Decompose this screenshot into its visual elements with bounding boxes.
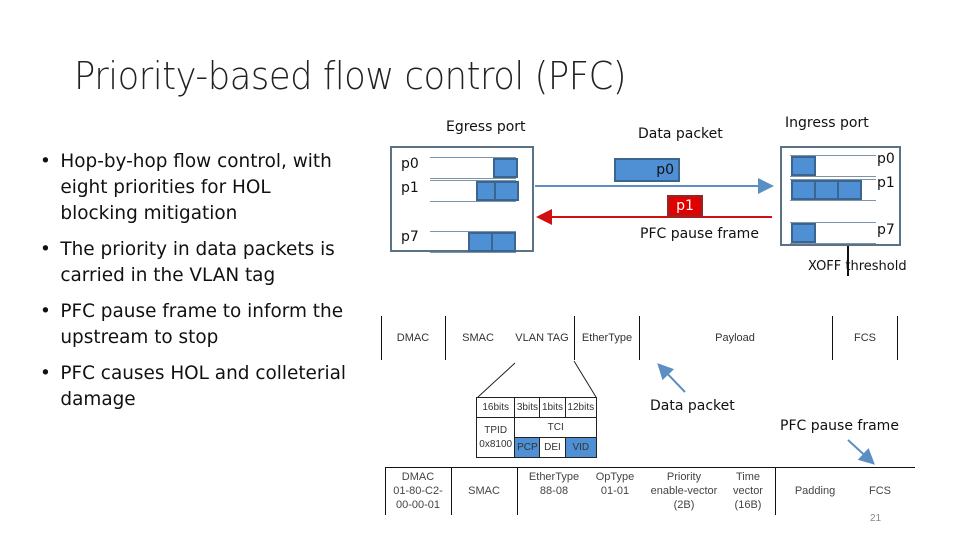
pause-field-priority-enable-vector: Priority enable-vector (2B) — [650, 471, 718, 511]
queue-cell — [791, 156, 816, 176]
queue-cell — [493, 158, 518, 178]
ingress-port-label: Ingress port — [785, 115, 869, 131]
frame-divider — [574, 316, 575, 360]
pause-field-dmac: DMAC 01-80-C2-00-00-01 — [388, 470, 448, 512]
vlan-size-tpid: 16bits — [475, 397, 516, 418]
ingress-queue-p7 — [790, 222, 876, 244]
egress-queue-label-p0: p0 — [401, 156, 419, 172]
pause-field-smac: SMAC — [468, 485, 500, 497]
pause-frame-callout-arrow — [847, 439, 875, 465]
queue-cell — [814, 180, 839, 200]
ingress-queue-label-p0: p0 — [877, 151, 895, 167]
pause-field-optype: OpType 01-01 — [588, 470, 642, 498]
frame-field-vlan-tag: VLAN TAG — [515, 332, 569, 344]
page-number: 21 — [870, 513, 882, 524]
frame-divider — [639, 316, 640, 360]
data-packet-callout-arrow — [657, 363, 686, 393]
frame-field-payload: Payload — [715, 332, 755, 344]
pause-field-ethertype-value: 88-08 — [539, 485, 569, 497]
vlan-vid-field: VID — [564, 437, 598, 458]
frame-field-ethertype: EtherType — [581, 332, 633, 344]
data-packet-label: Data packet — [638, 126, 723, 142]
pause-field-fcs: FCS — [869, 485, 891, 497]
vlan-dei-field: DEI — [539, 437, 566, 458]
pause-frame-divider — [775, 467, 776, 515]
vlan-size-dei: 1bits — [539, 397, 566, 418]
ingress-queue-p1 — [790, 179, 876, 201]
queue-cell — [791, 223, 816, 243]
pause-field-padding: Padding — [794, 485, 836, 497]
pause-field-ethertype: EtherType 88-08 — [522, 470, 586, 498]
vlan-tpid-label: TPID — [484, 424, 508, 436]
vlan-size-vid: 12bits — [564, 397, 598, 418]
egress-queue-p0 — [430, 157, 518, 179]
ingress-queue-label-p1: p1 — [877, 175, 895, 191]
xoff-threshold-label: XOFF threshold — [808, 259, 907, 274]
frame-field-dmac: DMAC — [396, 332, 430, 344]
pause-frame-callout-label: PFC pause frame — [780, 418, 899, 434]
pause-frame-p1: p1 — [667, 195, 703, 217]
egress-queue-label-p7: p7 — [401, 229, 419, 245]
frame-divider — [381, 316, 382, 360]
vlan-size-pcp: 3bits — [514, 397, 541, 418]
vlan-expand-line-right — [573, 360, 597, 398]
queue-cell — [468, 232, 493, 252]
pause-field-time-vector: Time vector (16B) — [733, 471, 763, 511]
queue-cell — [491, 232, 516, 252]
pause-field-ethertype-name: EtherType — [528, 471, 580, 483]
frame-divider — [897, 316, 898, 360]
pause-field-dmac-name: DMAC — [401, 471, 435, 483]
pause-frame-divider — [517, 467, 518, 515]
frame-field-smac: SMAC — [462, 332, 494, 344]
frame-divider — [832, 316, 833, 360]
vlan-pcp-field: PCP — [514, 437, 541, 458]
pause-frame-label: PFC pause frame — [640, 226, 759, 242]
data-packet-p0: p0 — [614, 158, 680, 182]
queue-cell — [837, 180, 862, 200]
vlan-tpid-value: 0x8100 — [479, 438, 513, 450]
pause-field-optype-value: 01-01 — [600, 485, 630, 497]
data-packet-callout-label: Data packet — [650, 398, 735, 414]
ingress-queue-p0 — [790, 155, 876, 177]
vlan-tpid-cell: TPID 0x8100 — [475, 417, 516, 458]
vlan-tci-label: TCI — [514, 417, 597, 438]
ingress-queue-label-p7: p7 — [877, 222, 895, 238]
pause-frame-divider — [385, 467, 386, 515]
frame-field-fcs: FCS — [854, 332, 876, 344]
vlan-expand-line-left — [477, 362, 516, 398]
egress-queue-label-p1: p1 — [401, 180, 419, 196]
queue-cell — [791, 180, 816, 200]
vlan-tag-table: 16bits 3bits 1bits 12bits TPID 0x8100 TC… — [475, 397, 598, 458]
pause-field-dmac-value: 01-80-C2-00-00-01 — [393, 485, 443, 511]
pause-frame-divider — [451, 467, 452, 515]
pause-field-optype-name: OpType — [595, 471, 635, 483]
egress-queue-p1 — [430, 180, 519, 202]
queue-cell — [494, 181, 519, 201]
egress-port-label: Egress port — [446, 119, 526, 135]
frame-divider — [445, 316, 446, 360]
egress-queue-p7 — [430, 231, 516, 253]
pause-frame-top-border — [385, 467, 915, 468]
